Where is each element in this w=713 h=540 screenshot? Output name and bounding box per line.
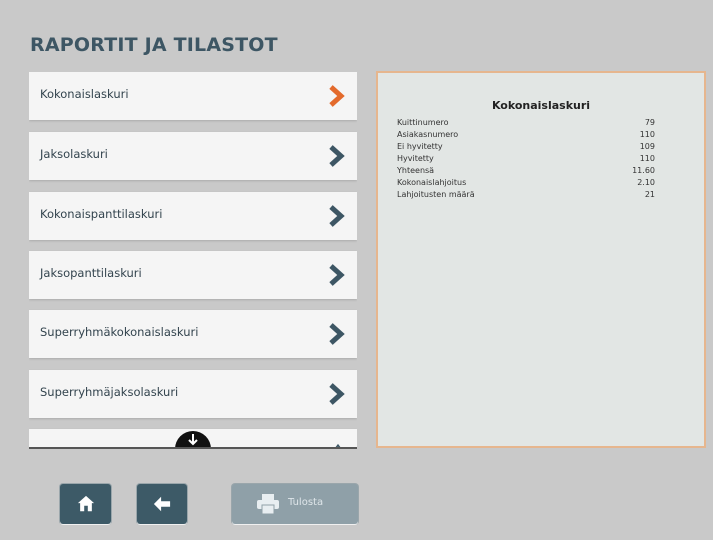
report-preview-panel: Kokonaislaskuri Kuittinumero 79 Asiakasn…: [376, 71, 706, 448]
report-list-item-partial[interactable]: [29, 429, 357, 448]
report-list-item-jaksopanttilaskuri[interactable]: Jaksopanttilaskuri: [29, 251, 357, 299]
report-row: Ei hyvitetty 109: [397, 141, 655, 153]
list-item-label: Jaksopanttilaskuri: [40, 266, 142, 280]
report-row-value: 109: [639, 142, 655, 151]
printer-icon: [257, 494, 279, 515]
list-item-label: Superryhmäkokonaislaskuri: [40, 325, 199, 339]
print-button-label: Tulosta: [288, 497, 324, 508]
report-list-item-jaksolaskuri[interactable]: Jaksolaskuri: [29, 132, 357, 180]
report-row-value: 110: [639, 130, 655, 139]
report-row-label: Ei hyvitetty: [397, 142, 443, 151]
report-row: Hyvitetty 110: [397, 153, 655, 165]
report-row: Asiakasnumero 110: [397, 129, 655, 141]
report-table: Kuittinumero 79 Asiakasnumero 110 Ei hyv…: [397, 117, 655, 201]
report-row: Yhteensä 11.60: [397, 165, 655, 177]
report-row: Kokonaislahjoitus 2.10: [397, 177, 655, 189]
report-list-item-superryhmajaksolaskuri[interactable]: Superryhmäjaksolaskuri: [29, 370, 357, 418]
report-row: Kuittinumero 79: [397, 117, 655, 129]
report-row-label: Kokonaislahjoitus: [397, 178, 467, 187]
list-item-label: Jaksolaskuri: [40, 147, 108, 161]
report-row-label: Asiakasnumero: [397, 130, 459, 139]
report-list-item-superryhmakokonaislaskuri[interactable]: Superryhmäkokonaislaskuri: [29, 310, 357, 358]
report-row-value: 21: [644, 190, 655, 199]
home-button[interactable]: [60, 484, 111, 524]
scroll-down-indicator-icon[interactable]: [173, 429, 213, 448]
report-row-value: 2.10: [637, 178, 655, 187]
report-row-label: Kuittinumero: [397, 118, 449, 127]
report-row-value: 79: [644, 118, 655, 127]
report-row-label: Hyvitetty: [397, 154, 434, 163]
arrow-left-icon: [153, 496, 171, 512]
report-list-item-kokonaislaskuri[interactable]: Kokonaislaskuri: [29, 72, 357, 120]
chevron-right-icon: [329, 145, 345, 167]
print-button[interactable]: Tulosta: [232, 484, 358, 524]
home-icon: [77, 495, 95, 512]
list-item-label: Kokonaispanttilaskuri: [40, 207, 163, 221]
list-item-label: Kokonaislaskuri: [40, 87, 129, 101]
chevron-right-icon: [329, 323, 345, 345]
report-row-label: Yhteensä: [397, 166, 435, 175]
chevron-right-icon: [329, 264, 345, 286]
report-row-value: 110: [639, 154, 655, 163]
chevron-right-icon: [329, 85, 345, 107]
report-heading: Kokonaislaskuri: [491, 99, 591, 112]
back-button[interactable]: [137, 484, 187, 524]
report-row-label: Lahjoitusten määrä: [397, 190, 475, 199]
report-list[interactable]: Kokonaislaskuri Jaksolaskuri Kokonaispan…: [29, 72, 357, 448]
list-divider: [29, 447, 357, 449]
chevron-right-icon: [329, 205, 345, 227]
report-row-value: 11.60: [632, 166, 655, 175]
report-row: Lahjoitusten määrä 21: [397, 189, 655, 201]
chevron-right-icon: [329, 383, 345, 405]
list-item-label: Superryhmäjaksolaskuri: [40, 385, 179, 399]
report-list-item-kokonaispanttilaskuri[interactable]: Kokonaispanttilaskuri: [29, 192, 357, 240]
page-title: RAPORTIT JA TILASTOT: [30, 34, 278, 56]
